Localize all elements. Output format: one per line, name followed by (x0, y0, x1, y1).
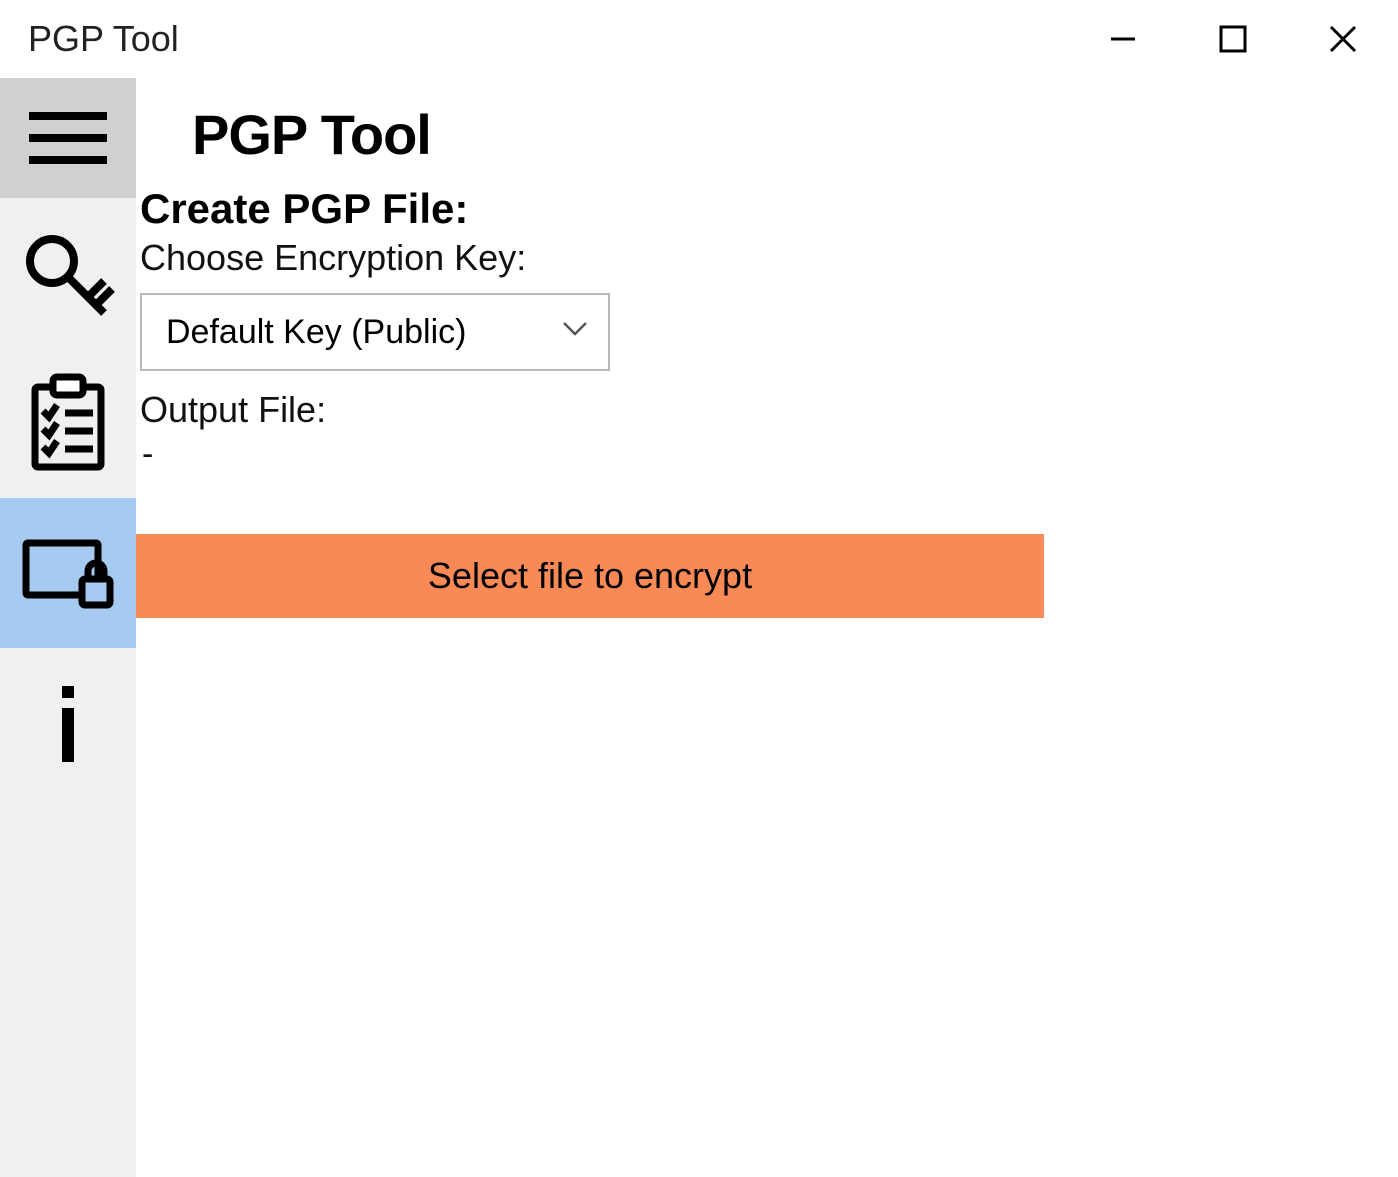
close-button[interactable] (1288, 0, 1398, 78)
output-file-value: - (136, 435, 1398, 474)
hamburger-icon (25, 106, 111, 170)
sidebar-item-info[interactable] (0, 648, 136, 798)
sidebar-item-tasks[interactable] (0, 348, 136, 498)
minimize-icon (1105, 21, 1141, 57)
encrypt-screen-icon (20, 535, 116, 611)
sidebar-item-keys[interactable] (0, 198, 136, 348)
sidebar-item-encrypt[interactable] (0, 498, 136, 648)
info-icon (48, 678, 88, 768)
window-controls (1068, 0, 1398, 78)
main-panel: PGP Tool Create PGP File: Choose Encrypt… (136, 78, 1398, 1177)
close-icon (1325, 21, 1361, 57)
encryption-key-label: Choose Encryption Key: (136, 237, 1398, 279)
app-heading: PGP Tool (192, 102, 1398, 167)
encryption-key-selected-value: Default Key (Public) (166, 313, 466, 352)
window-title: PGP Tool (28, 18, 1068, 60)
section-heading: Create PGP File: (136, 185, 1398, 233)
output-file-label: Output File: (136, 389, 1398, 431)
titlebar: PGP Tool (0, 0, 1398, 78)
key-icon (18, 223, 118, 323)
sidebar-item-menu[interactable] (0, 78, 136, 198)
clipboard-icon (25, 373, 111, 473)
sidebar (0, 78, 136, 1177)
client-area: PGP Tool Create PGP File: Choose Encrypt… (0, 78, 1398, 1177)
maximize-button[interactable] (1178, 0, 1288, 78)
chevron-down-icon (560, 313, 590, 352)
encryption-key-select[interactable]: Default Key (Public) (140, 293, 610, 371)
minimize-button[interactable] (1068, 0, 1178, 78)
maximize-icon (1216, 22, 1250, 56)
select-file-button[interactable]: Select file to encrypt (136, 534, 1044, 618)
